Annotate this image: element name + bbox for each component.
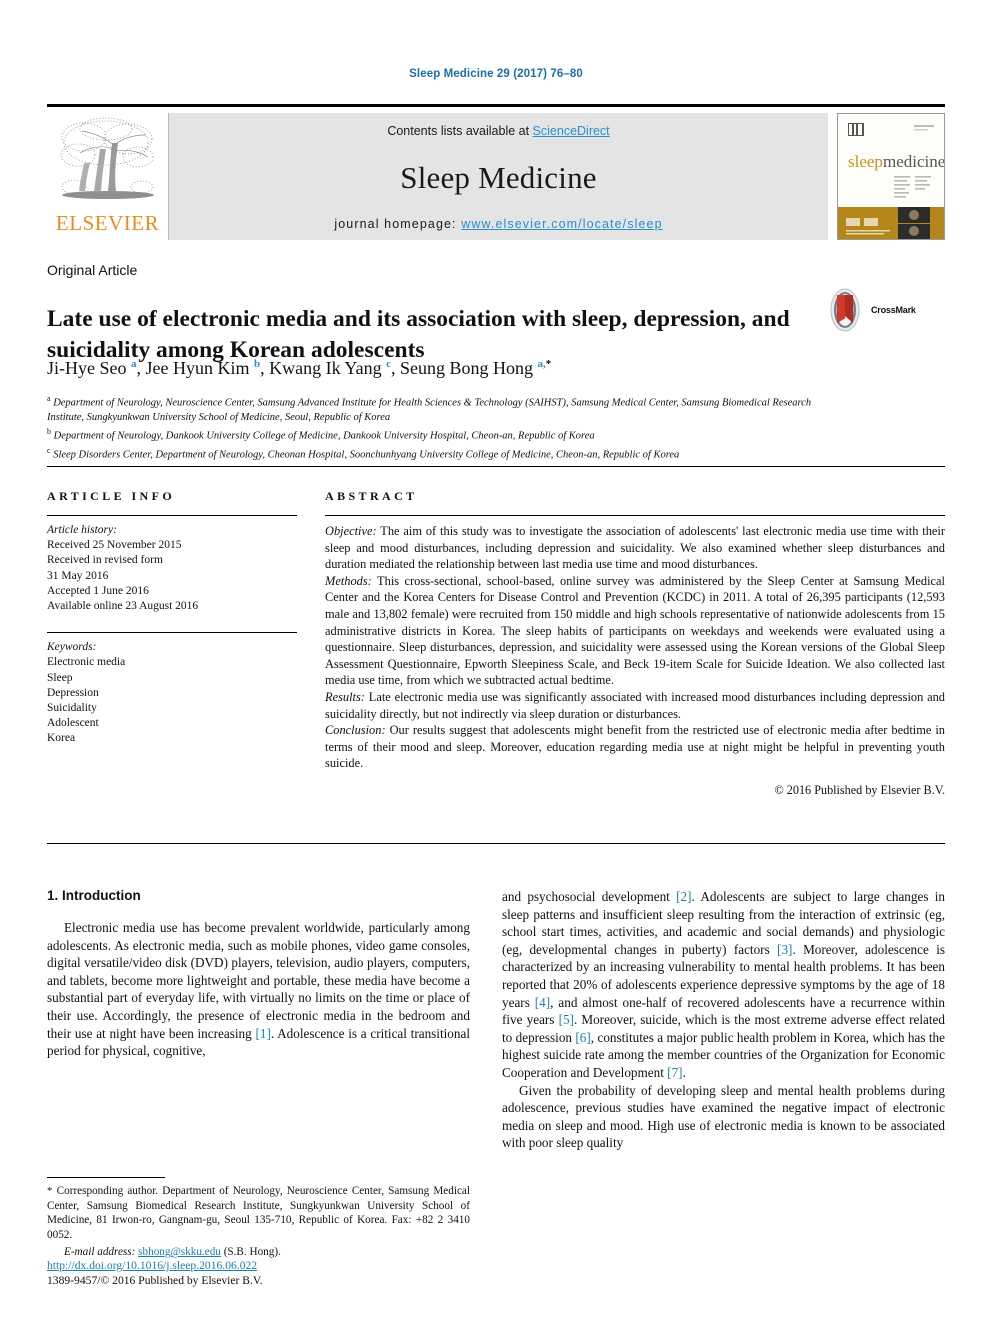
footer-doi-block: http://dx.doi.org/10.1016/j.sleep.2016.0… [47,1258,470,1288]
article-info-column: ARTICLE INFO Article history: Received 2… [47,489,297,747]
affiliation-marker-c: c [47,446,51,456]
intro-right-text-g: . [682,1064,686,1080]
email-link[interactable]: sbhong@skku.edu [138,1246,221,1258]
article-type-label: Original Article [47,262,138,278]
intro-right-text-a: and psychosocial development [502,889,677,904]
journal-homepage-link[interactable]: www.elsevier.com/locate/sleep [461,217,662,231]
citation-ref-5[interactable]: [5] [559,1012,574,1027]
abstract-methods: Methods: This cross-sectional, school-ba… [325,573,945,689]
journal-masthead: ELSEVIER Contents lists available at Sci… [47,104,945,240]
abstract-copyright: © 2016 Published by Elsevier B.V. [774,782,945,797]
abstract-results-label: Results: [325,689,365,704]
authors-inline: Ji-Hye Seo a, Jee Hyun Kim b, Kwang Ik Y… [47,358,552,378]
keywords-label: Keywords: [47,641,97,654]
svg-text:medicine: medicine [883,152,944,171]
homepage-prefix: journal homepage: [334,217,462,231]
journal-band: Contents lists available at ScienceDirec… [169,113,828,240]
journal-homepage-line: journal homepage: www.elsevier.com/locat… [334,217,662,231]
article-history-label: Article history: [47,524,117,536]
abstract-conclusion-text: Our results suggest that adolescents mig… [325,723,945,771]
intro-paragraph-left: Electronic media use has become prevalen… [47,919,470,1060]
affiliation-text-c: Sleep Disorders Center, Department of Ne… [53,449,680,461]
affiliation-text-b: Department of Neurology, Dankook Univers… [53,430,595,442]
keyword-item: Sleep [47,671,73,684]
corresponding-author-footnote: * Corresponding author. Department of Ne… [47,1184,470,1260]
body-column-right: and psychosocial development [2]. Adoles… [502,888,945,1152]
citation-ref-6[interactable]: [6] [575,1030,590,1045]
citation-ref-1[interactable]: [1] [255,1026,270,1041]
keywords-block: Keywords: Electronic media Sleep Depress… [47,640,297,746]
issn-copyright-line: 1389-9457/© 2016 Published by Elsevier B… [47,1274,263,1287]
abstract-conclusion-label: Conclusion: [325,723,386,738]
keyword-item: Suicidality [47,702,97,715]
affiliation-a: a Department of Neurology, Neuroscience … [47,392,847,425]
abstract-methods-label: Methods: [325,573,372,588]
keyword-item: Depression [47,686,99,699]
article-history-block: Article history: Received 25 November 20… [47,523,297,614]
email-label: E-mail address: [64,1246,136,1259]
abstract-divider [325,515,945,516]
crossmark-label: CrossMark [871,305,916,315]
history-item: Received in revised form [47,554,163,567]
contents-list-line: Contents lists available at ScienceDirec… [387,124,609,138]
history-item: Available online 23 August 2016 [47,600,199,613]
affiliation-marker-b: b [47,427,51,437]
cover-art-icon: sleep medicine [838,114,944,239]
corresponding-author-text: * Corresponding author. Department of Ne… [47,1184,470,1242]
citation-ref-4[interactable]: [4] [535,995,550,1010]
affiliation-marker-a: a [47,394,51,403]
abstract-conclusion: Conclusion: Our results suggest that ado… [325,722,945,772]
elsevier-logo: ELSEVIER [47,113,169,240]
keyword-item: Electronic media [47,656,126,669]
history-item: 31 May 2016 [47,569,109,582]
crossmark-badge[interactable]: CrossMark [823,286,933,334]
body-column-left: 1. Introduction Electronic media use has… [47,888,470,1060]
contents-prefix: Contents lists available at [387,124,533,138]
affiliation-b: b Department of Neurology, Dankook Unive… [47,425,847,444]
corresponding-author-body: Corresponding author. Department of Neur… [47,1185,470,1241]
abstract-objective: Objective: The aim of this study was to … [325,523,945,573]
elsevier-wordmark: ELSEVIER [55,211,160,235]
citation-ref-2[interactable]: [2] [676,889,691,904]
abstract-body: Objective: The aim of this study was to … [325,523,945,799]
article-page: Sleep Medicine 29 (2017) 76–80 ELSEVIER … [0,0,992,1323]
keyword-item: Korea [47,732,76,745]
article-info-heading: ARTICLE INFO [47,489,176,503]
journal-title: Sleep Medicine [400,159,597,195]
history-item: Accepted 1 June 2016 [47,584,149,597]
history-item: Received 25 November 2015 [47,539,182,552]
keyword-item: Adolescent [47,717,99,730]
svg-text:sleep: sleep [848,152,883,171]
doi-link[interactable]: http://dx.doi.org/10.1016/j.sleep.2016.0… [47,1259,257,1272]
affiliation-text-a: Department of Neurology, Neuroscience Ce… [47,397,812,423]
sciencedirect-link[interactable]: ScienceDirect [533,124,610,138]
elsevier-tree-icon [60,117,154,199]
running-head: Sleep Medicine 29 (2017) 76–80 [409,68,583,80]
keywords-divider [47,632,297,634]
author-list: Ji-Hye Seo a, Jee Hyun Kim b, Kwang Ik Y… [47,358,551,379]
intro-paragraph-right-2: Given the probability of developing slee… [502,1082,945,1151]
affiliation-list: a Department of Neurology, Neuroscience … [47,392,847,463]
intro-left-text-a: Electronic media use has become prevalen… [47,920,470,1041]
intro-paragraph-right-1: and psychosocial development [2]. Adoles… [502,888,945,1082]
citation-ref-7[interactable]: [7] [667,1065,682,1080]
divider-above-info [47,466,945,467]
abstract-results-text: Late electronic media use was significan… [325,689,945,721]
footnote-divider [47,1177,165,1178]
abstract-methods-text: This cross-sectional, school-based, onli… [325,573,945,688]
abstract-results: Results: Late electronic media use was s… [325,689,945,722]
abstract-column: ABSTRACT Objective: The aim of this stud… [325,489,945,799]
section-heading-introduction: 1. Introduction [47,888,141,903]
page-title: Late use of electronic media and its ass… [47,305,790,363]
abstract-heading: ABSTRACT [325,489,418,503]
citation-ref-3[interactable]: [3] [777,942,792,957]
affiliation-c: c Sleep Disorders Center, Department of … [47,444,847,463]
abstract-objective-text: The aim of this study was to investigate… [325,524,945,572]
email-suffix: (S.B. Hong). [220,1246,281,1259]
journal-cover-thumbnail: sleep medicine [837,113,945,240]
abstract-objective-label: Objective: [325,524,377,538]
article-info-divider [47,515,297,516]
divider-below-abstract [47,843,945,844]
crossmark-icon [830,288,860,332]
